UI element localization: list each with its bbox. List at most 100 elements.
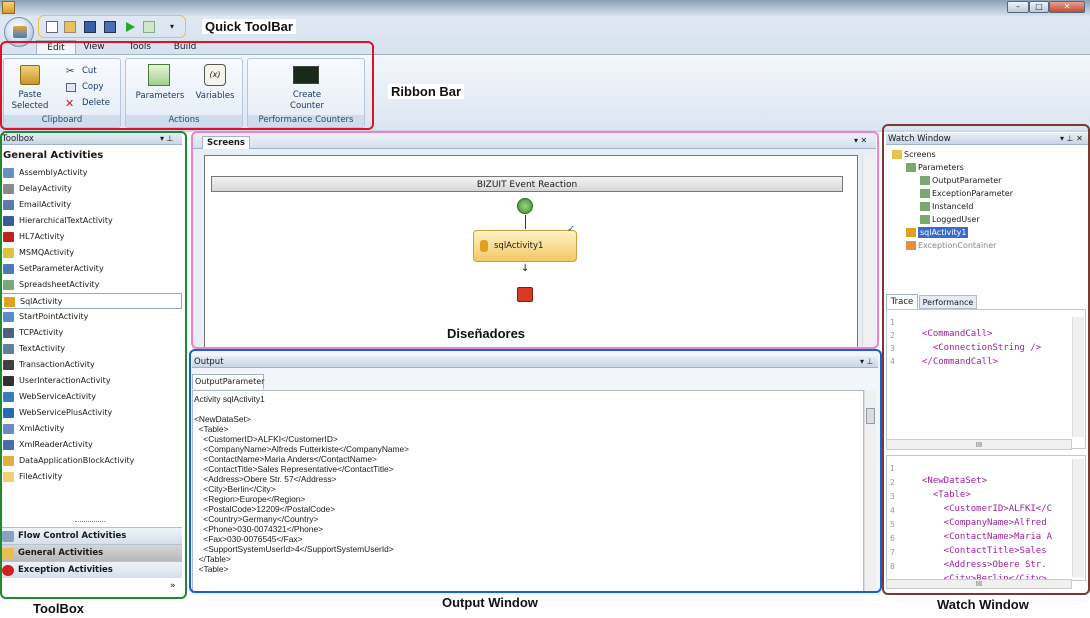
tab-view[interactable]: View <box>78 40 110 54</box>
tab-trace[interactable]: Trace <box>886 294 918 309</box>
toolbox-item-label: WebServicePlusActivity <box>19 408 113 417</box>
maximize-button[interactable]: □ <box>1029 1 1049 13</box>
toolbox-item[interactable]: DataApplicationBlockActivity <box>0 453 182 469</box>
output-scrollbar[interactable] <box>864 390 876 593</box>
data-editor[interactable]: 1 2 3 4 5 6 7 8 <NewDataSet> <Table> <CustomerID… <box>886 455 1086 581</box>
tree-node[interactable]: LoggedUser <box>932 214 980 225</box>
category-exception[interactable]: Exception Activities <box>0 561 182 578</box>
open-folder-icon[interactable] <box>64 21 76 33</box>
paste-selected-label[interactable]: Selected <box>8 101 52 112</box>
designer-pin-icon[interactable]: ▾ ✕ <box>854 136 867 145</box>
toolbox-item[interactable]: TransactionActivity <box>0 357 182 373</box>
run-icon[interactable] <box>124 21 136 33</box>
toolbox-item[interactable]: XmlActivity <box>0 421 182 437</box>
output-panel: Output ▾ ⊥ OutputParameter Activity sqlA… <box>190 350 880 595</box>
copy-button[interactable]: Copy <box>82 82 104 93</box>
toolbox-item[interactable]: SqlActivity <box>0 293 182 309</box>
designer-scrollbar[interactable] <box>862 155 874 349</box>
sql-activity-node[interactable]: sqlActivity1 <box>473 230 577 262</box>
tab-output-parameter[interactable]: OutputParameter <box>192 374 264 389</box>
tab-build[interactable]: Build <box>166 40 204 54</box>
tree-node[interactable]: Parameters <box>918 162 964 173</box>
toolbox-item[interactable]: StartPointActivity <box>0 309 182 325</box>
toolbox-item[interactable]: EmailActivity <box>0 197 182 213</box>
create-counter-label[interactable]: Create <box>278 90 336 101</box>
more-categories-button[interactable]: » <box>170 581 176 591</box>
tree-node[interactable]: sqlActivity1 <box>918 227 969 238</box>
data-vscroll[interactable] <box>1072 459 1084 577</box>
close-button[interactable]: ✕ <box>1049 1 1085 13</box>
toolbox-item-label: DelayActivity <box>19 184 72 193</box>
minimize-button[interactable]: – <box>1007 1 1029 13</box>
line-number: 8 <box>890 562 895 571</box>
toolbox-item[interactable]: HL7Activity <box>0 229 182 245</box>
paste-label[interactable]: Paste <box>8 90 52 101</box>
tab-screens[interactable]: Screens <box>202 136 250 149</box>
scroll-thumb[interactable] <box>866 408 875 424</box>
toolbox-item[interactable]: MSMQActivity <box>0 245 182 261</box>
output-text-area[interactable]: Activity sqlActivity1 <NewDataSet> <Table… <box>192 390 864 593</box>
application-menu-button[interactable] <box>4 17 34 47</box>
tree-node[interactable]: ExceptionParameter <box>932 188 1013 199</box>
line-number: 5 <box>890 520 895 529</box>
designer-panel: Screens ▾ ✕ BIZUIT Event Reaction sqlAct… <box>192 133 876 349</box>
toolbox-annotation: ToolBox <box>30 601 88 616</box>
activity-icon <box>3 232 14 242</box>
toolbox-item[interactable]: WebServicePlusActivity <box>0 405 182 421</box>
tree-node[interactable]: InstanceId <box>932 201 973 212</box>
toolbox-item[interactable]: UserInteractionActivity <box>0 373 182 389</box>
cut-icon: ✂ <box>66 66 75 77</box>
parameters-button[interactable]: Parameters <box>130 91 190 102</box>
tree-node[interactable]: OutputParameter <box>932 175 1001 186</box>
customize-dropdown-icon[interactable]: ▾ <box>166 21 178 33</box>
output-line: <SupportSystemUserId>4</SupportSystemUse… <box>194 544 394 554</box>
code-line: </CommandCall> <box>922 357 998 367</box>
output-line: <City>Berlin</City> <box>194 484 276 494</box>
trace-editor[interactable]: 1 2 3 4 <CommandCall> <ConnectionString /> </… <box>886 309 1086 449</box>
category-general[interactable]: General Activities <box>0 544 182 561</box>
code-line: <ContactName>Maria A <box>922 532 1053 542</box>
delete-button[interactable]: Delete <box>82 98 110 109</box>
toolbox-item-label: SqlActivity <box>20 297 63 306</box>
toolbox-item[interactable]: SetParameterActivity <box>0 261 182 277</box>
output-pin-icon[interactable]: ▾ ⊥ <box>860 356 874 368</box>
start-icon[interactable] <box>517 198 533 214</box>
toolbox-item[interactable]: XmlReaderActivity <box>0 437 182 453</box>
cut-button[interactable]: Cut <box>82 66 97 77</box>
toolbox-item-label: DataApplicationBlockActivity <box>19 456 135 465</box>
toolbox-item[interactable]: TCPActivity <box>0 325 182 341</box>
category-flow-control[interactable]: Flow Control Activities <box>0 527 182 544</box>
tab-tools[interactable]: Tools <box>120 40 160 54</box>
toolbox-item[interactable]: AssemblyActivity <box>0 165 182 181</box>
tree-node[interactable]: ExceptionContainer <box>918 240 996 251</box>
tab-performance[interactable]: Performance <box>919 295 977 309</box>
toolbox-grip[interactable] <box>75 521 105 524</box>
end-icon[interactable] <box>517 287 533 302</box>
toolbox-item[interactable]: DelayActivity <box>0 181 182 197</box>
variables-button[interactable]: Variables <box>192 91 238 102</box>
watch-pin-icon[interactable]: ▾ ⊥ ✕ <box>1060 133 1083 145</box>
line-number: 6 <box>890 534 895 543</box>
paste-icon <box>20 65 40 85</box>
trace-hscroll[interactable]: III <box>886 439 1072 450</box>
tab-edit[interactable]: Edit <box>36 40 76 54</box>
activity-icon <box>3 440 14 450</box>
trace-vscroll[interactable] <box>1072 317 1084 437</box>
toolbox-item[interactable]: FileActivity <box>0 469 182 485</box>
toolbox-item[interactable]: HierarchicalTextActivity <box>0 213 182 229</box>
save-all-icon[interactable] <box>104 21 116 33</box>
toolbox-item[interactable]: TextActivity <box>0 341 182 357</box>
step-icon[interactable] <box>143 21 155 33</box>
code-line: <CommandCall> <box>922 329 993 339</box>
tree-node[interactable]: Screens <box>904 149 936 160</box>
output-annotation: Output Window <box>439 595 541 610</box>
new-icon[interactable] <box>46 21 58 33</box>
pin-icon[interactable]: ▾ ⊥ <box>160 133 174 145</box>
save-icon[interactable] <box>84 21 96 33</box>
toolbox-item[interactable]: WebServiceActivity <box>0 389 182 405</box>
create-counter-label-2[interactable]: Counter <box>278 101 336 112</box>
data-hscroll[interactable]: III <box>886 579 1072 589</box>
line-number: 1 <box>890 318 895 327</box>
toolbox-item[interactable]: SpreadsheetActivity <box>0 277 182 293</box>
output-line: <Phone>030-0074321</Phone> <box>194 524 323 534</box>
